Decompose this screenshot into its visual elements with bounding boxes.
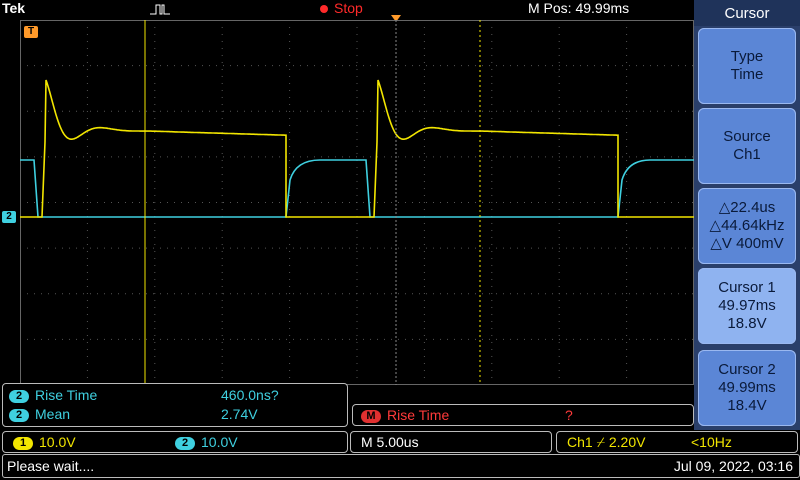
menu-title: Cursor (694, 0, 800, 26)
graticule (20, 20, 694, 385)
status-message: Please wait.... (7, 458, 95, 474)
trigger-level-marker: T (24, 26, 38, 38)
status-bar: Please wait.... Jul 09, 2022, 03:16 (2, 454, 800, 478)
ch1-badge: 1 (13, 436, 33, 450)
menu-button-type[interactable]: Type Time (698, 28, 796, 104)
trigger-level: 2.20V (608, 434, 646, 450)
measurement-mean[interactable]: 2 Mean 2.74V (9, 406, 339, 424)
menu-button-cursor-1[interactable]: Cursor 1 49.97ms 18.8V (698, 268, 796, 344)
measurement-rise-time[interactable]: 2 Rise Time 460.0ns? (9, 387, 339, 405)
ch2-scale[interactable]: 2 10.0V (175, 432, 238, 452)
trigger-pulse-icon (150, 4, 170, 15)
brand-logo: Tek (2, 0, 26, 16)
ch1-scale[interactable]: 1 10.0V (13, 432, 76, 452)
horizontal-scale[interactable]: M 5.00us (350, 431, 552, 453)
ch2-ground-marker: 2 (2, 211, 16, 223)
trigger-frequency: <10Hz (691, 434, 732, 450)
ch1-waveform (20, 79, 694, 218)
math-badge: M (361, 409, 381, 423)
trigger-source: Ch1 (567, 434, 593, 450)
measurement-panel: 2 Rise Time 460.0ns? 2 Mean 2.74V (2, 383, 348, 427)
vertical-scale-panel: 1 10.0V 2 10.0V (2, 431, 348, 453)
trigger-readout[interactable]: Ch1 ⌿ 2.20V <10Hz (556, 431, 798, 453)
stop-indicator-icon (320, 5, 328, 14)
menu-button-cursor-2[interactable]: Cursor 2 49.99ms 18.4V (698, 350, 796, 426)
menu-button-delta-readout[interactable]: △22.4us △44.64kHz △V 400mV (698, 188, 796, 264)
ch2-badge: 2 (9, 408, 29, 422)
date-time: Jul 09, 2022, 03:16 (673, 458, 793, 474)
acquisition-state[interactable]: Stop (320, 0, 363, 16)
waveform-display[interactable] (20, 20, 694, 385)
horizontal-position: M Pos: 49.99ms (528, 0, 630, 16)
ch2-badge: 2 (175, 436, 195, 450)
top-status-bar: Tek Stop M Pos: 49.99ms (0, 0, 694, 18)
menu-button-source[interactable]: Source Ch1 (698, 108, 796, 184)
rising-edge-icon: ⌿ (596, 434, 605, 450)
cursor-side-menu: Cursor Type Time Source Ch1 △22.4us △44.… (694, 0, 800, 430)
ch2-badge: 2 (9, 389, 29, 403)
math-measurement[interactable]: M Rise Time ? (352, 404, 694, 426)
